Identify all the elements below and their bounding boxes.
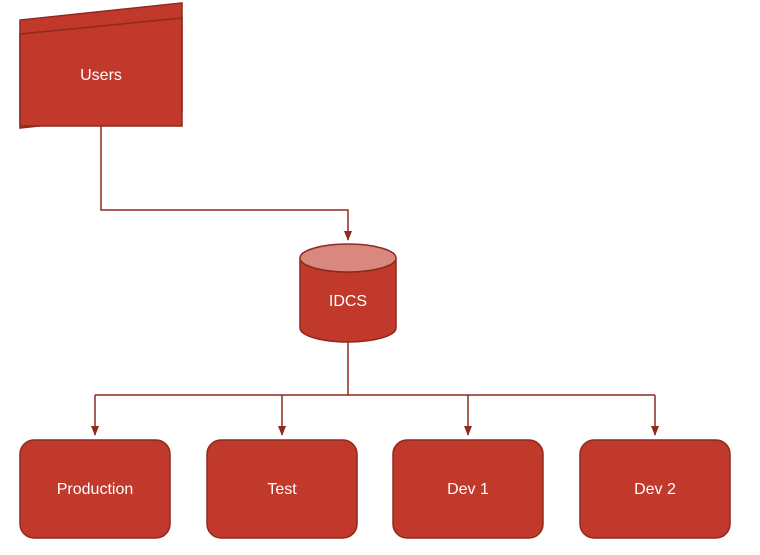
idcs-label: IDCS bbox=[329, 293, 367, 310]
target-test: Test bbox=[207, 440, 357, 538]
architecture-diagram: Users IDCS Production Test Dev 1 Dev 2 bbox=[0, 0, 760, 555]
target-test-label: Test bbox=[267, 481, 297, 498]
target-dev1-label: Dev 1 bbox=[447, 481, 489, 498]
target-dev2: Dev 2 bbox=[580, 440, 730, 538]
idcs-node: IDCS bbox=[300, 244, 396, 342]
target-production: Production bbox=[20, 440, 170, 538]
target-production-label: Production bbox=[57, 481, 134, 498]
target-dev2-label: Dev 2 bbox=[634, 481, 676, 498]
connector-users-idcs bbox=[101, 126, 348, 240]
idcs-cylinder-top bbox=[300, 244, 396, 272]
users-label: Users bbox=[80, 67, 122, 84]
target-dev1: Dev 1 bbox=[393, 440, 543, 538]
